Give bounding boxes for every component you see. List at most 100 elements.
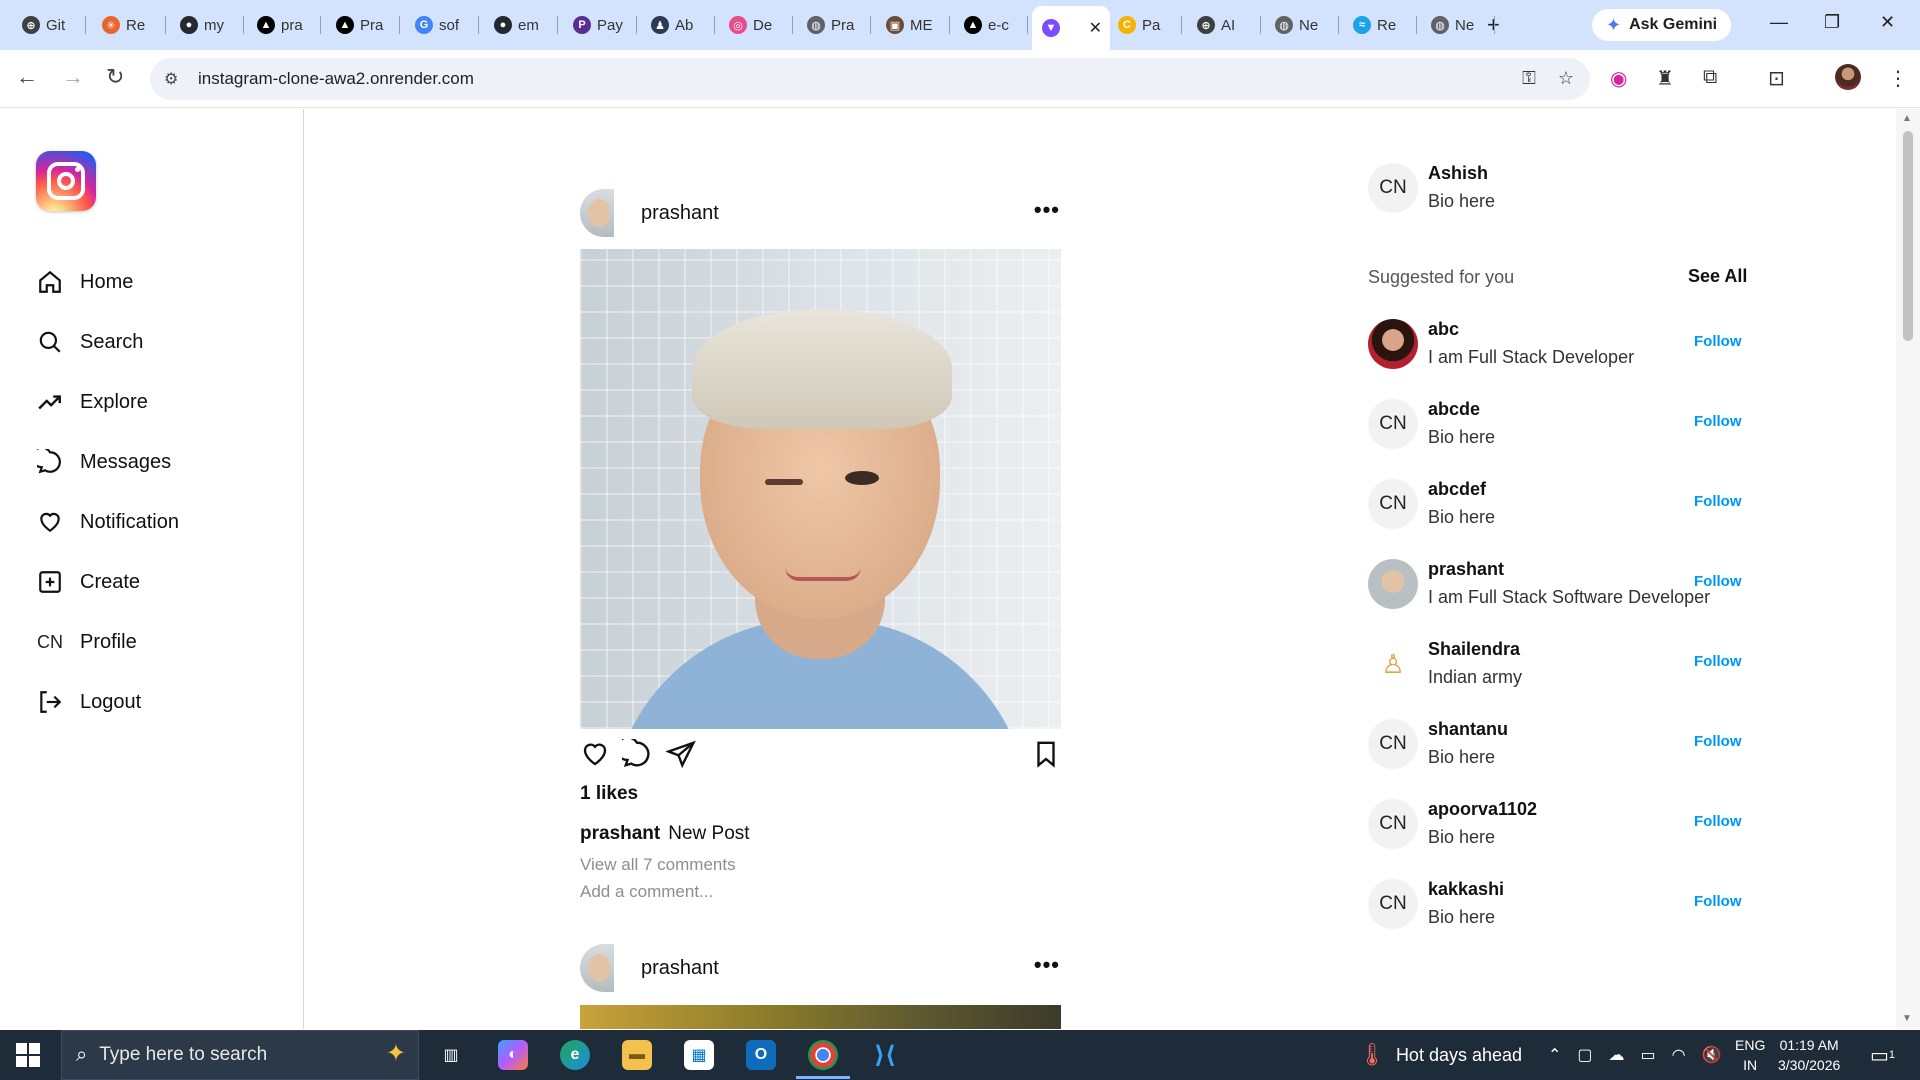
suggestion-avatar[interactable] (1368, 319, 1418, 369)
share-send-icon[interactable] (665, 739, 696, 769)
scrollbar-thumb[interactable] (1903, 131, 1913, 341)
wifi-icon[interactable]: ◠ (1672, 1045, 1686, 1065)
file-explorer-icon[interactable]: ▬ (622, 1040, 652, 1070)
suggestion-avatar[interactable] (1368, 559, 1418, 609)
current-user-avatar[interactable]: CN (1368, 163, 1418, 213)
scroll-up-arrow-icon[interactable]: ▲ (1902, 113, 1912, 124)
minimize-window-icon[interactable]: — (1770, 12, 1788, 33)
notification-center-icon[interactable]: ▭ 1 (1870, 1030, 1895, 1080)
caption-username[interactable]: prashant (580, 823, 660, 844)
volume-muted-icon[interactable]: 🔇 (1702, 1045, 1722, 1065)
follow-button[interactable]: Follow (1694, 573, 1742, 590)
browser-tab[interactable]: ⊕ Git (12, 10, 86, 40)
taskbar-search-box[interactable]: ⌕ Type here to search ✦ (61, 1030, 419, 1080)
forward-arrow-icon[interactable]: → (62, 64, 84, 90)
extension-instagram-icon[interactable]: ◉ (1610, 66, 1627, 91)
instagram-logo[interactable] (36, 151, 96, 211)
browser-tab[interactable]: ● em (484, 10, 558, 40)
weather-widget[interactable]: 🌡 Hot days ahead (1358, 1030, 1522, 1080)
suggestion-avatar[interactable]: CN (1368, 879, 1418, 929)
extensions-puzzle-icon[interactable]: ⧉ (1703, 66, 1717, 89)
browser-tab[interactable]: ♟ Ab (641, 10, 715, 40)
follow-button[interactable]: Follow (1694, 333, 1742, 350)
suggestion-name[interactable]: abcde (1428, 399, 1480, 420)
more-options-icon[interactable]: ••• (1034, 952, 1060, 978)
soldier-figure-icon[interactable]: ♙ (1368, 639, 1418, 689)
view-comments-link[interactable]: View all 7 comments (580, 855, 736, 875)
edge-icon[interactable]: e (560, 1040, 590, 1070)
suggestion-name[interactable]: abc (1428, 319, 1459, 340)
scroll-down-arrow-icon[interactable]: ▼ (1902, 1013, 1912, 1024)
browser-tab[interactable]: ▣ ME (876, 10, 950, 40)
more-options-icon[interactable]: ••• (1034, 197, 1060, 223)
vscode-icon[interactable]: ⟩⟨ (870, 1040, 900, 1070)
browser-tab[interactable]: ⊕ AI (1187, 10, 1261, 40)
password-key-icon[interactable]: ⚿ (1522, 68, 1536, 89)
add-comment-input[interactable]: Add a comment... (580, 882, 713, 902)
post-author-avatar[interactable] (580, 944, 614, 992)
language-indicator[interactable]: ENG IN (1735, 1030, 1765, 1080)
outlook-icon[interactable]: O (746, 1040, 776, 1070)
follow-button[interactable]: Follow (1694, 653, 1742, 670)
ask-gemini-button[interactable]: ✦ Ask Gemini (1592, 9, 1732, 41)
browser-tab[interactable]: ≈ Re (1343, 10, 1417, 40)
suggestion-avatar[interactable]: CN (1368, 719, 1418, 769)
url-text[interactable]: instagram-clone-awa2.onrender.com (198, 69, 474, 89)
suggestion-name[interactable]: shantanu (1428, 719, 1508, 740)
bookmark-star-icon[interactable]: ☆ (1558, 68, 1574, 89)
close-tab-icon[interactable]: ✕ (1089, 18, 1102, 38)
chevron-up-icon[interactable]: ⌃ (1548, 1045, 1561, 1065)
suggestion-name[interactable]: apoorva1102 (1428, 799, 1537, 820)
sidebar-item-profile[interactable]: CN Profile (36, 624, 137, 660)
sidebar-item-search[interactable]: Search (36, 324, 143, 360)
comment-icon[interactable] (615, 736, 652, 769)
see-all-link[interactable]: See All (1688, 266, 1747, 287)
page-scrollbar[interactable]: ▲ ▼ (1896, 109, 1920, 1029)
sidebar-item-notification[interactable]: Notification (36, 504, 179, 540)
like-heart-icon[interactable] (580, 739, 610, 769)
save-bookmark-icon[interactable] (1031, 739, 1061, 769)
windows-start-icon[interactable] (16, 1043, 40, 1067)
suggestion-name[interactable]: abcdef (1428, 479, 1486, 500)
browser-tab[interactable]: ◎ De (719, 10, 793, 40)
address-bar[interactable]: ⚙ instagram-clone-awa2.onrender.com ⚿ ☆ (150, 58, 1590, 100)
sidebar-item-explore[interactable]: Explore (36, 384, 148, 420)
follow-button[interactable]: Follow (1694, 893, 1742, 910)
sidebar-item-create[interactable]: Create (36, 564, 140, 600)
post-author-avatar[interactable] (580, 189, 614, 237)
likes-count[interactable]: 1 likes (580, 783, 638, 805)
browser-tab[interactable]: ✳ Re (92, 10, 166, 40)
browser-tab[interactable]: ▲ e-c (954, 10, 1028, 40)
browser-tab[interactable]: P Pay (563, 10, 637, 40)
suggestion-avatar[interactable]: CN (1368, 799, 1418, 849)
restore-window-icon[interactable]: ❐ (1824, 12, 1840, 33)
browser-tab[interactable]: ◍ Ne (1265, 10, 1339, 40)
device-icon[interactable]: ▢ (1577, 1045, 1592, 1065)
browser-tab[interactable]: ▼ ✕ (1032, 6, 1110, 50)
post-image[interactable] (580, 249, 1061, 729)
follow-button[interactable]: Follow (1694, 733, 1742, 750)
task-view-icon[interactable]: ▥ (436, 1040, 466, 1070)
suggestion-avatar[interactable]: CN (1368, 399, 1418, 449)
browser-tab[interactable]: ▲ pra (247, 10, 321, 40)
close-window-icon[interactable]: ✕ (1880, 12, 1895, 33)
browser-tab[interactable]: ● my (170, 10, 244, 40)
onedrive-cloud-icon[interactable]: ☁ (1609, 1045, 1625, 1065)
sidebar-item-messages[interactable]: Messages (36, 444, 171, 480)
sidebar-item-logout[interactable]: Logout (36, 684, 141, 720)
microsoft-store-icon[interactable]: ▦ (684, 1040, 714, 1070)
chrome-icon[interactable] (808, 1040, 838, 1070)
suggestion-name[interactable]: prashant (1428, 559, 1504, 580)
copilot-icon[interactable]: ◐ (498, 1040, 528, 1070)
browser-tab[interactable]: ◍ Pra (797, 10, 871, 40)
suggestion-name[interactable]: kakkashi (1428, 879, 1504, 900)
reload-icon[interactable]: ↻ (106, 64, 124, 90)
post-author-username[interactable]: prashant (641, 957, 719, 980)
browser-tab[interactable]: Gsof (405, 10, 479, 40)
browser-tab[interactable]: ◍ Ne (1421, 10, 1495, 40)
extension-icon[interactable]: ♜ (1656, 66, 1674, 91)
battery-icon[interactable]: ▭ (1641, 1045, 1656, 1065)
post-author-username[interactable]: prashant (641, 202, 719, 225)
sidebar-item-home[interactable]: Home (36, 264, 133, 300)
site-info-icon[interactable]: ⚙ (164, 69, 186, 89)
